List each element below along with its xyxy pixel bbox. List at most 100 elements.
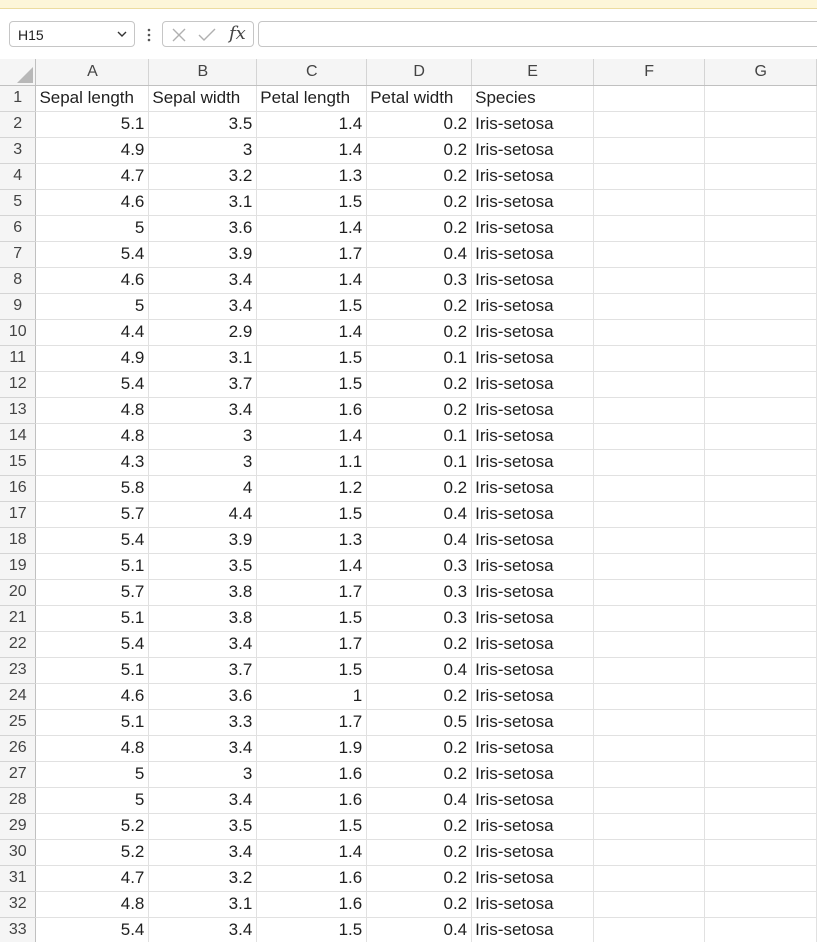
cell-g[interactable] (704, 709, 817, 736)
cell-b[interactable]: 3.1 (148, 189, 258, 216)
more-options-icon[interactable] (146, 28, 152, 42)
cell-d[interactable]: 0.3 (366, 553, 473, 580)
cell-d[interactable]: 0.2 (366, 683, 473, 710)
row-header[interactable]: 30 (0, 839, 37, 866)
cell-f[interactable] (593, 319, 706, 346)
cell-a[interactable]: 5.1 (35, 709, 150, 736)
cell-f[interactable] (593, 735, 706, 762)
cell-c[interactable]: 1.3 (256, 163, 368, 190)
row-header[interactable]: 3 (0, 137, 37, 164)
cell-g[interactable] (704, 267, 817, 294)
cell-e[interactable]: Iris-setosa (471, 813, 594, 840)
cell-d[interactable]: 0.3 (366, 605, 473, 632)
cell-e[interactable]: Iris-setosa (471, 839, 594, 866)
cell-e[interactable]: Iris-setosa (471, 527, 594, 554)
cell-e[interactable]: Iris-setosa (471, 319, 594, 346)
row-header[interactable]: 24 (0, 683, 37, 710)
cell-b[interactable]: 4 (148, 475, 258, 502)
cell-d[interactable]: 0.3 (366, 579, 473, 606)
cell-c[interactable]: 1.3 (256, 527, 368, 554)
cell-b[interactable]: 2.9 (148, 319, 258, 346)
cell-e[interactable]: Iris-setosa (471, 241, 594, 268)
cell-c[interactable]: 1.5 (256, 657, 368, 684)
cell-g[interactable] (704, 579, 817, 606)
cell-d[interactable]: 0.2 (366, 735, 473, 762)
cell-c[interactable]: 1.6 (256, 865, 368, 892)
cell-g[interactable] (704, 163, 817, 190)
row-header[interactable]: 28 (0, 787, 37, 814)
cell-d[interactable]: 0.2 (366, 761, 473, 788)
cell-b[interactable]: Sepal width (148, 85, 258, 112)
cell-c[interactable]: 1.5 (256, 605, 368, 632)
cell-e[interactable]: Iris-setosa (471, 475, 594, 502)
cell-f[interactable] (593, 111, 706, 138)
cell-b[interactable]: 3.1 (148, 891, 258, 918)
row-header[interactable]: 23 (0, 657, 37, 684)
cell-f[interactable] (593, 605, 706, 632)
cell-c[interactable]: 1.7 (256, 241, 368, 268)
cell-c[interactable]: 1.4 (256, 215, 368, 242)
row-header[interactable]: 12 (0, 371, 37, 398)
cell-a[interactable]: 4.6 (35, 267, 150, 294)
cell-d[interactable]: 0.2 (366, 397, 473, 424)
cell-d[interactable]: 0.2 (366, 215, 473, 242)
cell-d[interactable]: Petal width (366, 85, 473, 112)
cell-f[interactable] (593, 215, 706, 242)
cell-e[interactable]: Species (471, 85, 594, 112)
cell-b[interactable]: 3.4 (148, 787, 258, 814)
cell-a[interactable]: 5.1 (35, 553, 150, 580)
cell-b[interactable]: 3.8 (148, 579, 258, 606)
cell-b[interactable]: 3.5 (148, 813, 258, 840)
row-header[interactable]: 10 (0, 319, 37, 346)
formula-input[interactable] (258, 21, 817, 47)
cell-g[interactable] (704, 813, 817, 840)
row-header[interactable]: 22 (0, 631, 37, 658)
cell-b[interactable]: 3.8 (148, 605, 258, 632)
cell-d[interactable]: 0.2 (366, 371, 473, 398)
cell-a[interactable]: 5.8 (35, 475, 150, 502)
cell-e[interactable]: Iris-setosa (471, 111, 594, 138)
chevron-down-icon[interactable] (116, 28, 128, 40)
cell-f[interactable] (593, 579, 706, 606)
row-header[interactable]: 19 (0, 553, 37, 580)
cell-a[interactable]: 4.6 (35, 189, 150, 216)
close-icon[interactable] (171, 27, 187, 43)
cell-d[interactable]: 0.4 (366, 787, 473, 814)
cell-c[interactable]: 1.4 (256, 423, 368, 450)
cell-a[interactable]: 5.1 (35, 657, 150, 684)
cell-b[interactable]: 3.4 (148, 631, 258, 658)
cell-a[interactable]: 5 (35, 761, 150, 788)
row-header[interactable]: 14 (0, 423, 37, 450)
column-header-d[interactable]: D (366, 59, 473, 86)
cell-d[interactable]: 0.2 (366, 163, 473, 190)
cell-e[interactable]: Iris-setosa (471, 787, 594, 814)
cell-e[interactable]: Iris-setosa (471, 163, 594, 190)
row-header[interactable]: 7 (0, 241, 37, 268)
cell-c[interactable]: 1.4 (256, 319, 368, 346)
cell-g[interactable] (704, 371, 817, 398)
cell-d[interactable]: 0.3 (366, 267, 473, 294)
cell-g[interactable] (704, 111, 817, 138)
cell-g[interactable] (704, 189, 817, 216)
cell-c[interactable]: 1.4 (256, 267, 368, 294)
cell-b[interactable]: 3.7 (148, 657, 258, 684)
cell-e[interactable]: Iris-setosa (471, 891, 594, 918)
cell-d[interactable]: 0.1 (366, 345, 473, 372)
cell-a[interactable]: 5.7 (35, 501, 150, 528)
cell-c[interactable]: 1.5 (256, 813, 368, 840)
cell-b[interactable]: 3.3 (148, 709, 258, 736)
cell-e[interactable]: Iris-setosa (471, 293, 594, 320)
row-header[interactable]: 33 (0, 917, 37, 942)
cell-c[interactable]: 1 (256, 683, 368, 710)
cell-e[interactable]: Iris-setosa (471, 709, 594, 736)
cell-f[interactable] (593, 267, 706, 294)
row-header[interactable]: 1 (0, 85, 37, 112)
cell-c[interactable]: 1.5 (256, 917, 368, 942)
cell-g[interactable] (704, 319, 817, 346)
cell-d[interactable]: 0.2 (366, 813, 473, 840)
cell-e[interactable]: Iris-setosa (471, 137, 594, 164)
cell-d[interactable]: 0.2 (366, 293, 473, 320)
row-header[interactable]: 6 (0, 215, 37, 242)
cell-b[interactable]: 3.6 (148, 683, 258, 710)
cell-a[interactable]: 4.7 (35, 163, 150, 190)
